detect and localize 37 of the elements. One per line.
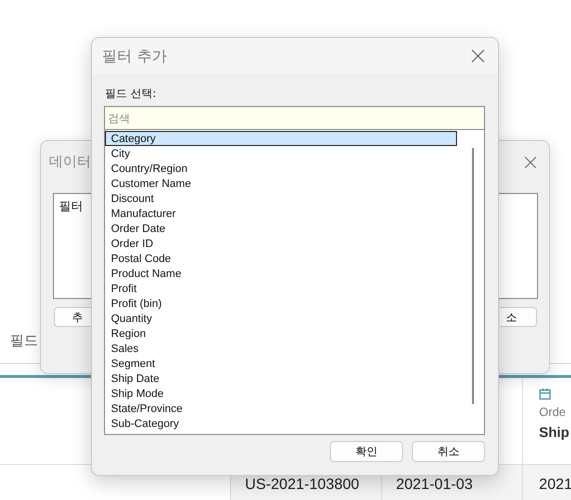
list-item[interactable]: Sales xyxy=(105,341,457,356)
list-item[interactable]: Ship Mode xyxy=(105,386,457,401)
list-item[interactable]: Postal Code xyxy=(105,251,457,266)
cancel-button[interactable]: 소 xyxy=(500,307,537,327)
field-label: 필드 xyxy=(10,332,38,350)
scrollbar[interactable] xyxy=(472,148,474,404)
list-item[interactable]: Discount xyxy=(105,191,457,206)
column-header[interactable]: Orde Ship xyxy=(523,378,571,464)
list-item[interactable]: Order ID xyxy=(105,236,457,251)
window-title: 데이터 xyxy=(49,153,91,171)
list-item[interactable]: Ship Date xyxy=(105,371,457,386)
field-select-label: 필드 선택: xyxy=(105,86,158,101)
column-title: Ship xyxy=(539,424,570,440)
list-item[interactable]: Category xyxy=(105,131,457,146)
cancel-button[interactable]: 취소 xyxy=(412,441,485,462)
list-item[interactable]: Product Name xyxy=(105,266,457,281)
list-item[interactable]: Profit xyxy=(105,281,457,296)
add-button[interactable]: 추 xyxy=(54,307,91,327)
search-field[interactable]: 검색 xyxy=(104,106,485,130)
list-item[interactable]: Country/Region xyxy=(105,161,457,176)
close-icon[interactable] xyxy=(524,156,537,168)
list-item[interactable]: Manufacturer xyxy=(105,206,457,221)
list-item[interactable]: Customer Name xyxy=(105,176,457,191)
list-item[interactable]: 필터 xyxy=(59,198,83,215)
list-item[interactable]: City xyxy=(105,146,457,161)
ok-button[interactable]: 확인 xyxy=(330,441,403,462)
list-item[interactable]: State/Province xyxy=(105,401,457,416)
list-item[interactable]: Region xyxy=(105,326,457,341)
column-source-label: Orde xyxy=(539,405,567,420)
dialog-title: 필터 추가 xyxy=(102,46,167,66)
list-item[interactable]: Segment xyxy=(105,356,457,371)
list-item[interactable]: Quantity xyxy=(105,311,457,326)
close-icon[interactable] xyxy=(471,49,485,63)
calendar-icon xyxy=(539,388,551,400)
list-item[interactable]: Profit (bin) xyxy=(105,296,457,311)
list-item[interactable]: Sub-Category xyxy=(105,416,457,431)
list-item[interactable]: Order Date xyxy=(105,221,457,236)
